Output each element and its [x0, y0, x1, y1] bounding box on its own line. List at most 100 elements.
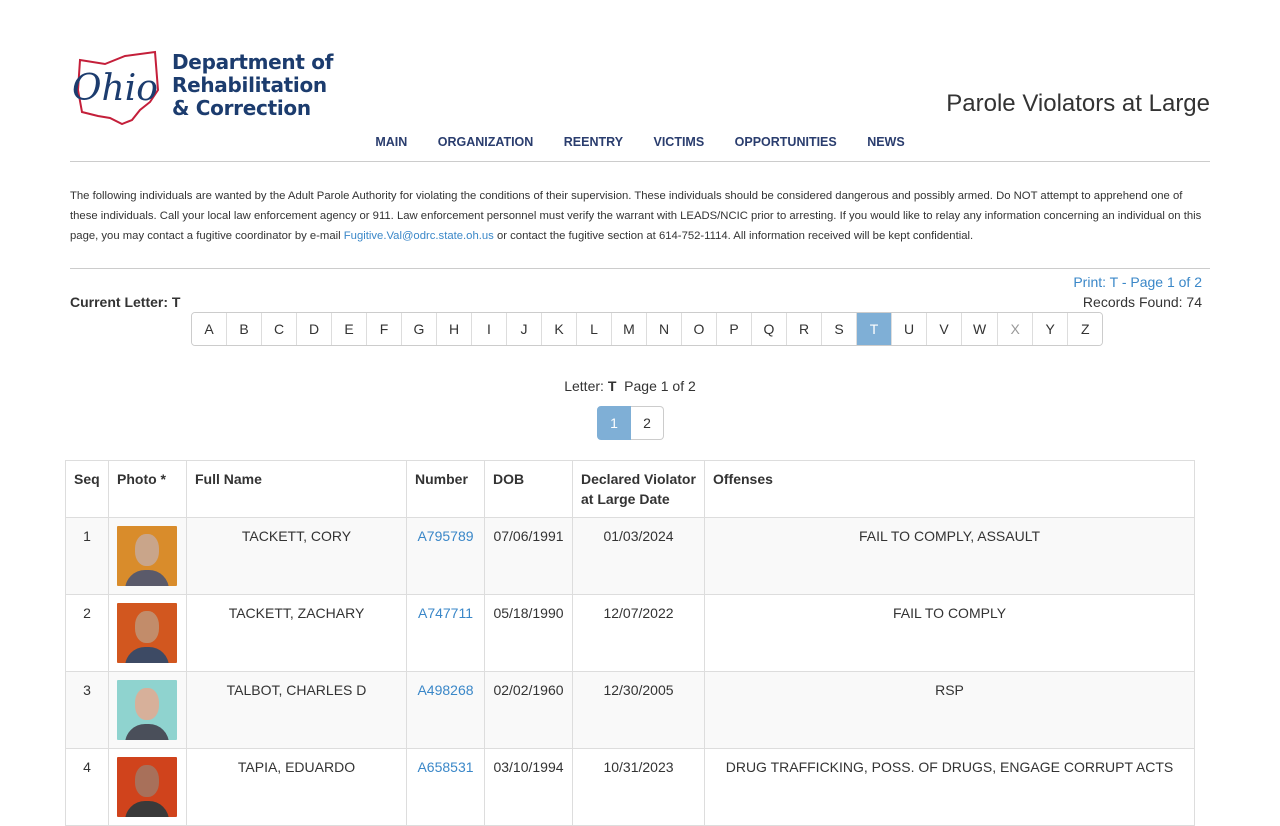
cell-offenses: FAIL TO COMPLY, ASSAULT — [704, 517, 1195, 595]
cell-seq: 1 — [65, 517, 109, 595]
letter-page-info: Letter: T Page 1 of 2 — [0, 378, 1260, 394]
cell-seq: 3 — [65, 671, 109, 749]
cell-full-name: TACKETT, CORY — [186, 517, 407, 595]
letter-k-button[interactable]: K — [541, 313, 576, 345]
letter-m-button[interactable]: M — [611, 313, 646, 345]
mugshot-photo[interactable] — [117, 757, 177, 817]
cell-declared-date: 12/30/2005 — [572, 671, 705, 749]
cell-declared-date: 10/31/2023 — [572, 748, 705, 826]
cell-full-name: TACKETT, ZACHARY — [186, 594, 407, 672]
logo-line-2: Rehabilitation — [172, 73, 327, 97]
letter-w-button[interactable]: W — [961, 313, 998, 345]
letter-y-button[interactable]: Y — [1032, 313, 1068, 345]
page-title: Parole Violators at Large — [946, 90, 1210, 117]
records-found: Records Found: 74 — [1082, 294, 1202, 310]
cell-seq: 2 — [65, 594, 109, 672]
letter-f-button[interactable]: F — [366, 313, 401, 345]
letter-z-button[interactable]: Z — [1067, 313, 1103, 345]
letter-i-button[interactable]: I — [471, 313, 506, 345]
page-info: Page 1 of 2 — [616, 378, 696, 394]
letter-l-button[interactable]: L — [576, 313, 611, 345]
header-seq: Seq — [65, 460, 109, 518]
cell-dob: 02/02/1960 — [484, 671, 573, 749]
cell-full-name: TAPIA, EDUARDO — [186, 748, 407, 826]
letter-h-button[interactable]: H — [436, 313, 471, 345]
current-letter: Current Letter: T — [70, 294, 181, 310]
inmate-number-link[interactable]: A658531 — [417, 759, 473, 775]
cell-offenses: FAIL TO COMPLY — [704, 594, 1195, 672]
header-declared-date: Declared Violator at Large Date — [572, 460, 705, 518]
alphabet-filter: ABCDEFGHIJKLMNOPQRSTUVWXYZ — [191, 312, 1104, 346]
page-2-button[interactable]: 2 — [631, 406, 664, 440]
cell-number: A658531 — [406, 748, 485, 826]
page-1-button[interactable]: 1 — [597, 406, 631, 440]
letter-t-button[interactable]: T — [856, 313, 891, 345]
nav-organization[interactable]: ORGANIZATION — [438, 135, 534, 149]
table-row: 2 TACKETT, ZACHARY A747711 05/18/1990 12/07/… — [65, 594, 1195, 672]
pagination: 1 2 — [597, 406, 664, 440]
mugshot-photo[interactable] — [117, 680, 177, 740]
letter-q-button[interactable]: Q — [751, 313, 786, 345]
cell-declared-date: 12/07/2022 — [572, 594, 705, 672]
letter-d-button[interactable]: D — [296, 313, 331, 345]
letter-o-button[interactable]: O — [681, 313, 716, 345]
letter-a-button[interactable]: A — [192, 313, 226, 345]
header-offenses: Offenses — [704, 460, 1195, 518]
header-full-name: Full Name — [186, 460, 407, 518]
cell-photo — [108, 748, 187, 826]
letter-c-button[interactable]: C — [261, 313, 296, 345]
cell-declared-date: 01/03/2024 — [572, 517, 705, 595]
print-link[interactable]: Print: T - Page 1 of 2 — [1073, 274, 1202, 290]
letter-j-button[interactable]: J — [506, 313, 541, 345]
logo-line-1: Department of — [172, 50, 334, 74]
table-row: 1 TACKETT, CORY A795789 07/06/1991 01/03/202… — [65, 517, 1195, 595]
nav-opportunities[interactable]: OPPORTUNITIES — [735, 135, 837, 149]
letter-x-button: X — [997, 313, 1033, 345]
inmate-number-link[interactable]: A747711 — [418, 605, 473, 621]
fugitive-email-link[interactable]: Fugitive.Val@odrc.state.oh.us — [344, 230, 494, 242]
divider — [70, 161, 1210, 162]
odrc-logo[interactable]: Ohio Department of Rehabilitation & Corr… — [70, 50, 340, 125]
ohio-state-logo-icon: Ohio — [72, 50, 160, 125]
cell-number: A498268 — [406, 671, 485, 749]
cell-offenses: RSP — [704, 671, 1195, 749]
cell-full-name: TALBOT, CHARLES D — [186, 671, 407, 749]
inmate-number-link[interactable]: A498268 — [417, 682, 473, 698]
logo-line-3: & Correction — [172, 96, 311, 120]
nav-reentry[interactable]: REENTRY — [564, 135, 623, 149]
header-photo: Photo * — [108, 460, 187, 518]
letter-p-button[interactable]: P — [716, 313, 751, 345]
letter-e-button[interactable]: E — [331, 313, 366, 345]
letter-b-button[interactable]: B — [226, 313, 261, 345]
cell-offenses: DRUG TRAFFICKING, POSS. OF DRUGS, ENGAGE… — [704, 748, 1195, 826]
cell-photo — [108, 594, 187, 672]
intro-text-after: or contact the fugitive section at 614-7… — [493, 230, 974, 242]
nav-main[interactable]: MAIN — [375, 135, 407, 149]
cell-number: A747711 — [406, 594, 485, 672]
table-row: 3 TALBOT, CHARLES D A498268 02/02/1960 12/30… — [65, 671, 1195, 749]
cell-number: A795789 — [406, 517, 485, 595]
letter-g-button[interactable]: G — [401, 313, 436, 345]
site-header: Ohio Department of Rehabilitation & Corr… — [70, 50, 1210, 160]
nav-news[interactable]: NEWS — [867, 135, 905, 149]
main-nav: MAIN ORGANIZATION REENTRY VICTIMS OPPORT… — [70, 133, 1210, 151]
cell-dob: 07/06/1991 — [484, 517, 573, 595]
cell-photo — [108, 517, 187, 595]
table-header-row: Seq Photo * Full Name Number DOB Declare… — [65, 460, 1195, 518]
mugshot-photo[interactable] — [117, 526, 177, 586]
letter-prefix: Letter: — [564, 378, 608, 394]
header-dob: DOB — [484, 460, 573, 518]
intro-paragraph: The following individuals are wanted by … — [70, 186, 1210, 246]
cell-photo — [108, 671, 187, 749]
nav-victims[interactable]: VICTIMS — [653, 135, 704, 149]
inmate-number-link[interactable]: A795789 — [417, 528, 473, 544]
letter-s-button[interactable]: S — [821, 313, 856, 345]
violators-table: Seq Photo * Full Name Number DOB Declare… — [65, 460, 1195, 826]
letter-n-button[interactable]: N — [646, 313, 681, 345]
cell-seq: 4 — [65, 748, 109, 826]
letter-r-button[interactable]: R — [786, 313, 821, 345]
letter-v-button[interactable]: V — [926, 313, 961, 345]
cell-dob: 05/18/1990 — [484, 594, 573, 672]
mugshot-photo[interactable] — [117, 603, 177, 663]
letter-u-button[interactable]: U — [891, 313, 926, 345]
